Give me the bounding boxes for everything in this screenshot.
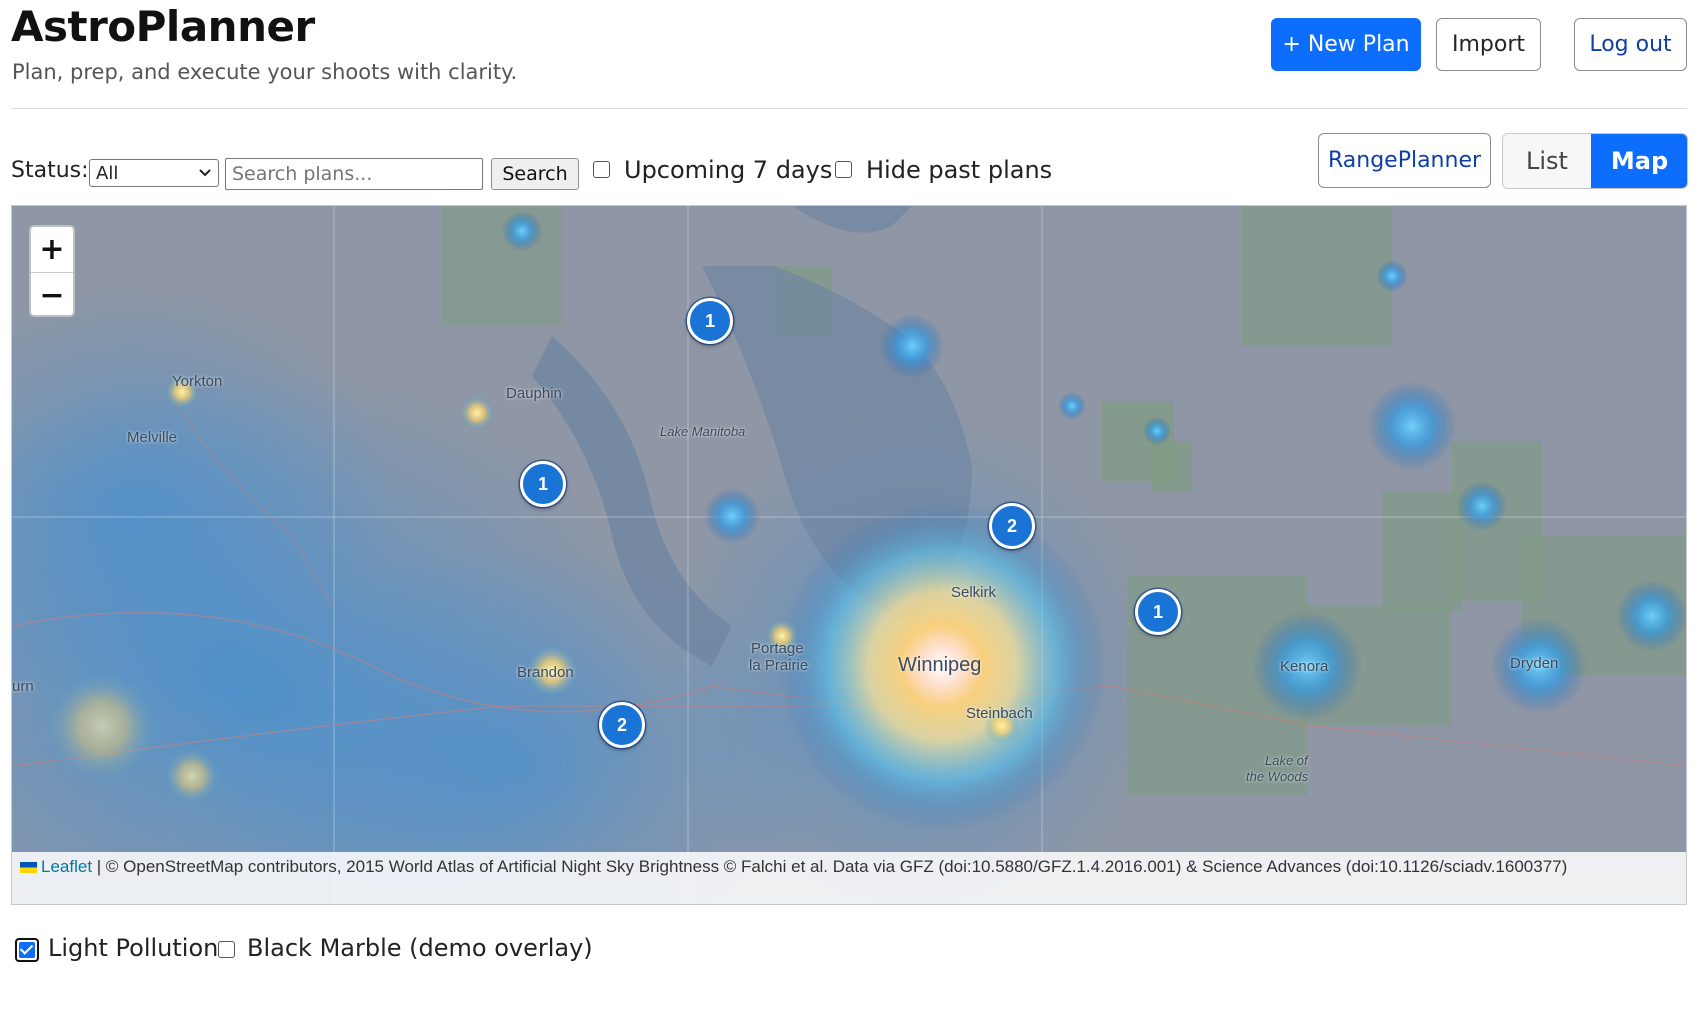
map-view[interactable]: Yorkton Melville Dauphin Lake Manitoba S… (11, 205, 1687, 905)
upcoming-label: Upcoming 7 days (624, 156, 833, 184)
city-label-steinbach: Steinbach (966, 705, 1033, 722)
search-button[interactable]: Search (491, 158, 579, 190)
app-tagline: Plan, prep, and execute your shoots with… (12, 60, 518, 84)
city-label-dauphin: Dauphin (506, 385, 562, 402)
leaflet-link[interactable]: Leaflet (41, 857, 92, 876)
tab-map-view[interactable]: Map (1591, 134, 1687, 188)
city-label-melville: Melville (127, 429, 178, 446)
plan-cluster-marker[interactable]: 1 (520, 461, 566, 507)
upcoming-checkbox[interactable] (593, 161, 610, 178)
logout-button[interactable]: Log out (1574, 18, 1687, 71)
light-pollution-label: Light Pollution (48, 934, 219, 962)
black-marble-checkbox[interactable] (218, 941, 235, 958)
city-label-lake-of: Lake of (1265, 753, 1308, 768)
tab-list-view[interactable]: List (1503, 134, 1591, 188)
light-pollution-checkbox[interactable] (15, 938, 39, 962)
ukraine-flag-icon (20, 862, 37, 874)
city-label-lake-manitoba: Lake Manitoba (660, 424, 746, 439)
city-label-portage: Portage (751, 640, 804, 657)
black-marble-label: Black Marble (demo overlay) (247, 934, 593, 962)
attribution-text: | © OpenStreetMap contributors, 2015 Wor… (92, 857, 1568, 876)
city-label-la-prairie: la Prairie (749, 657, 809, 674)
plan-cluster-marker[interactable]: 2 (599, 702, 645, 748)
new-plan-button[interactable]: + New Plan (1271, 18, 1421, 71)
hide-past-checkbox[interactable] (835, 161, 852, 178)
city-label-selkirk: Selkirk (951, 584, 997, 601)
plan-cluster-marker[interactable]: 2 (989, 503, 1035, 549)
zoom-in-button[interactable]: + (31, 227, 73, 272)
zoom-out-button[interactable]: − (31, 272, 73, 315)
hide-past-label: Hide past plans (866, 156, 1053, 184)
city-label-brandon: Brandon (517, 664, 574, 681)
view-toggle: List Map (1502, 133, 1688, 189)
plan-cluster-marker[interactable]: 1 (687, 298, 733, 344)
city-label-winnipeg: Winnipeg (898, 654, 982, 676)
city-label-the-woods: the Woods (1246, 769, 1309, 784)
map-tiles (12, 206, 1686, 904)
zoom-control: + − (29, 225, 75, 317)
status-select[interactable]: All (89, 159, 219, 187)
map-attribution: Leaflet | © OpenStreetMap contributors, … (12, 852, 1686, 904)
layer-toggles: Light Pollution Black Marble (demo overl… (11, 930, 711, 970)
city-label-yorkton: Yorkton (172, 373, 223, 390)
city-label-dryden: Dryden (1510, 655, 1559, 672)
chevron-down-icon (199, 169, 211, 177)
city-label-kenora: Kenora (1280, 658, 1329, 675)
plan-cluster-marker[interactable]: 1 (1135, 589, 1181, 635)
range-planner-button[interactable]: RangePlanner (1318, 133, 1491, 188)
import-button[interactable]: Import (1436, 18, 1541, 71)
status-label: Status: (11, 158, 89, 183)
status-select-value: All (96, 162, 119, 184)
search-input[interactable]: Search plans... (225, 158, 483, 190)
app-title: AstroPlanner (11, 2, 315, 51)
city-label-urn: urn (12, 678, 34, 695)
